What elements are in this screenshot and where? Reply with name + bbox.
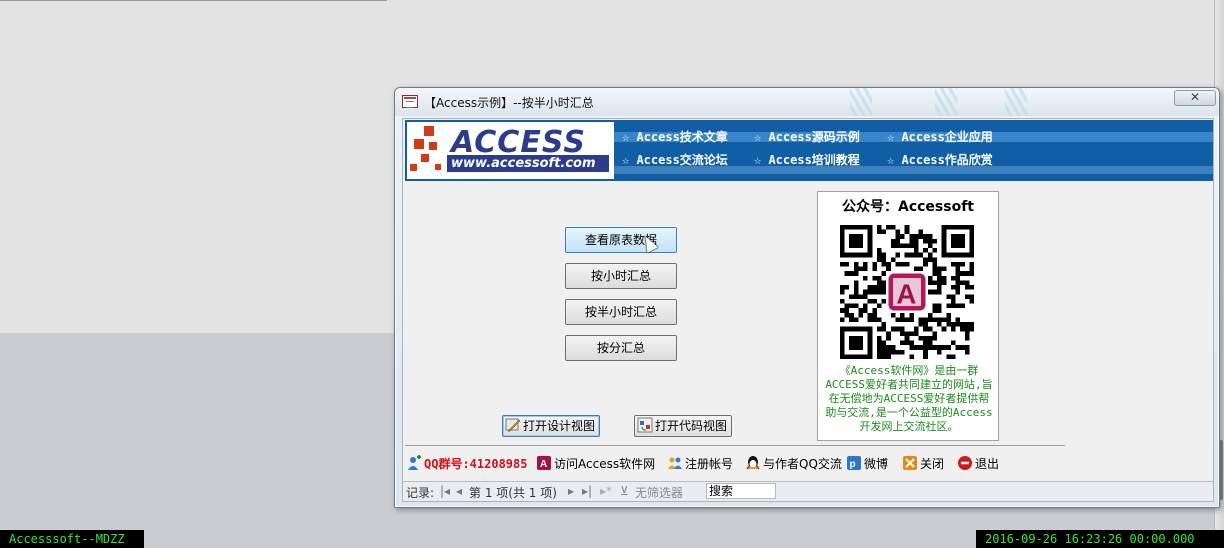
status-datetime: 2016-09-26 16:23:26 00:00.000 — [976, 530, 1224, 548]
first-record-icon[interactable]: |◂ — [440, 484, 450, 498]
wechat-qr-panel: 公众号：Accessoft A 《Access软件网》是由一群ACCESS爱好者… — [817, 191, 999, 441]
titlebar-decoration — [850, 88, 872, 116]
filter-status[interactable]: 无筛选器 — [635, 484, 683, 501]
window-title: 【Access示例】--按半小时汇总 — [424, 96, 594, 110]
visit-site-link[interactable]: A 访问Access软件网 — [536, 455, 655, 472]
search-input[interactable]: 搜索 — [706, 483, 776, 499]
next-record-icon[interactable]: ▸ — [568, 484, 574, 498]
qq-group-link[interactable]: QQ群号:41208985 — [406, 455, 527, 472]
visit-site-label: 访问Access软件网 — [554, 457, 656, 471]
status-left-label: Accesssoft--MDZZ — [0, 530, 144, 548]
contact-author-link[interactable]: 与作者QQ交流 — [745, 455, 842, 472]
form-icon — [402, 95, 418, 108]
summarize-by-minute-button[interactable]: 按分汇总 — [565, 335, 677, 361]
weibo-label: 微博 — [864, 457, 889, 471]
qr-panel-title: 公众号：Accessoft — [842, 199, 974, 215]
svg-text:p: p — [850, 459, 856, 470]
logo-square — [410, 164, 417, 171]
register-link[interactable]: 注册帐号 — [667, 455, 733, 472]
contact-author-label: 与作者QQ交流 — [763, 457, 842, 471]
titlebar-decoration — [1005, 88, 1027, 116]
logo-url: www.accessoft.com — [447, 155, 609, 172]
open-design-view-label: 打开设计视图 — [523, 419, 596, 433]
titlebar-decoration — [935, 88, 957, 116]
open-code-view-label: 打开代码视图 — [655, 419, 728, 433]
register-label: 注册帐号 — [685, 457, 734, 471]
open-code-view-button[interactable]: 打开代码视图 — [634, 415, 733, 437]
logo-square — [429, 142, 437, 150]
nav-link-source-examples[interactable]: ☆ Access源码示例 — [754, 128, 860, 145]
nav-link-forum[interactable]: ☆ Access交流论坛 — [622, 151, 728, 168]
access-icon: A — [536, 455, 552, 471]
nav-link-tutorials[interactable]: ☆ Access培训教程 — [754, 151, 860, 168]
record-navigator: 记录: |◂ ◂ 第 1 项(共 1 项) ▸ ▸| ▸* ⊻ 无筛选器 搜索 — [403, 481, 1213, 501]
svg-text:A: A — [540, 459, 547, 470]
logo-square — [414, 139, 424, 149]
code-view-icon — [637, 417, 653, 433]
close-link[interactable]: 关闭 — [902, 455, 944, 472]
logo-square — [421, 154, 429, 162]
previous-record-icon[interactable]: ◂ — [456, 484, 462, 498]
qr-code-image: A — [840, 225, 974, 359]
title-bar[interactable]: 【Access示例】--按半小时汇总 ✕ — [395, 88, 1219, 116]
nav-link-showcase[interactable]: ☆ Access作品欣赏 — [887, 151, 993, 168]
summarize-by-hour-button[interactable]: 按小时汇总 — [565, 263, 677, 289]
record-label: 记录: — [406, 486, 435, 500]
qq-penguin-icon — [745, 455, 761, 471]
exit-link[interactable]: 退出 — [957, 455, 999, 472]
summarize-by-half-hour-button[interactable]: 按半小时汇总 — [565, 299, 677, 325]
add-group-icon — [406, 455, 422, 471]
exit-icon — [957, 455, 973, 471]
last-record-icon[interactable]: ▸| — [582, 484, 592, 498]
window-close-button[interactable]: ✕ — [1174, 90, 1216, 106]
qq-group-number: QQ群号:41208985 — [424, 457, 528, 471]
open-design-view-button[interactable]: 打开设计视图 — [502, 415, 601, 437]
users-icon — [667, 455, 683, 471]
exit-label: 退出 — [975, 457, 1000, 471]
form-body: ACCESS www.accessoft.com ☆ Access技术文章 ☆ … — [402, 118, 1214, 502]
new-record-icon[interactable]: ▸* — [600, 484, 612, 498]
site-description: 《Access软件网》是由一群ACCESS爱好者共同建立的网站,旨在无偿地为AC… — [825, 364, 993, 433]
svg-text:A: A — [896, 279, 916, 310]
access-logo[interactable]: ACCESS www.accessoft.com — [407, 122, 614, 179]
filter-icon: ⊻ — [620, 484, 629, 498]
logo-square — [424, 126, 434, 136]
record-position[interactable]: 第 1 项(共 1 项) — [469, 484, 557, 501]
design-view-icon — [505, 417, 521, 433]
nav-link-tech-articles[interactable]: ☆ Access技术文章 — [622, 128, 728, 145]
close-label: 关闭 — [920, 457, 945, 471]
weibo-link[interactable]: p 微博 — [846, 455, 888, 472]
view-raw-data-button[interactable]: 查看原表数据 — [565, 227, 677, 253]
weibo-icon: p — [846, 455, 862, 471]
close-icon — [902, 455, 918, 471]
nav-link-enterprise[interactable]: ☆ Access企业应用 — [887, 128, 993, 145]
header-banner: ACCESS www.accessoft.com ☆ Access技术文章 ☆ … — [405, 120, 1213, 181]
logo-square — [435, 164, 441, 170]
footer-divider — [405, 445, 1065, 446]
form-window: 【Access示例】--按半小时汇总 ✕ ACCESS www.accessof… — [394, 87, 1220, 508]
